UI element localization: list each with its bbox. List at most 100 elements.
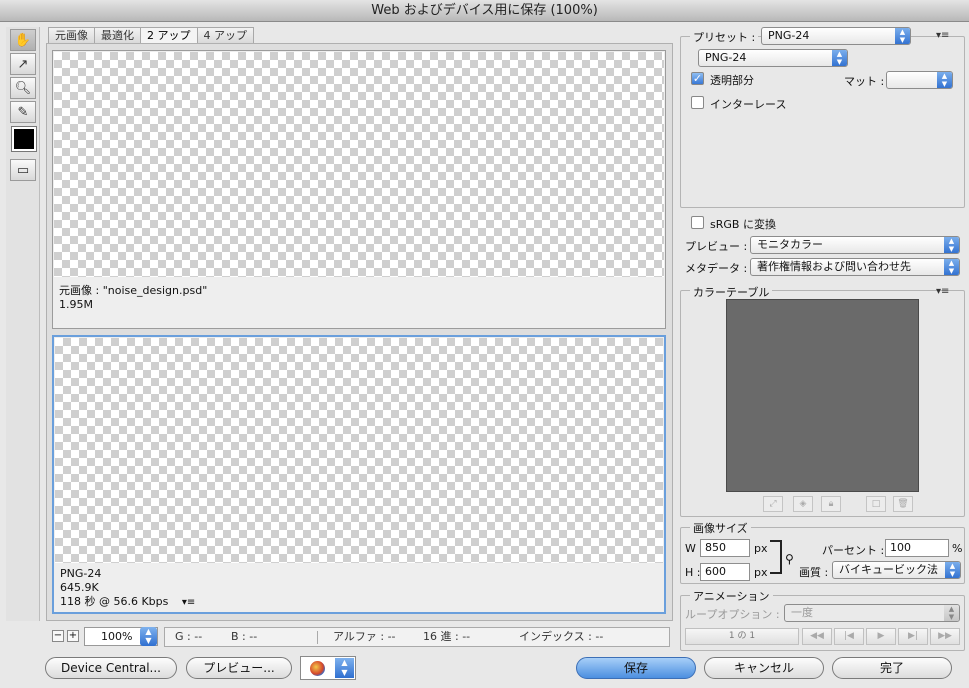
lock-color-icon[interactable]: 🔒︎ bbox=[821, 496, 841, 512]
height-label: H : bbox=[685, 566, 701, 579]
format-value: PNG-24 bbox=[705, 51, 747, 64]
info-alpha: アルファ : -- bbox=[333, 630, 396, 643]
srgb-label: sRGB に変換 bbox=[710, 218, 776, 231]
animation-title: アニメーション bbox=[690, 588, 773, 604]
chevron-updown-icon: ▲ ▼ bbox=[895, 28, 910, 44]
metadata-value: 著作権情報および問い合わせ先 bbox=[757, 260, 911, 273]
height-field[interactable]: 600 bbox=[700, 563, 750, 581]
hand-tool-icon[interactable]: ✋ bbox=[10, 29, 36, 51]
height-unit: px bbox=[754, 566, 768, 579]
optimized-image-canvas[interactable] bbox=[55, 338, 663, 563]
preview-button[interactable]: プレビュー... bbox=[186, 657, 292, 679]
info-index: インデックス : -- bbox=[519, 630, 604, 643]
delete-color-icon[interactable]: 🗑︎ bbox=[893, 496, 913, 512]
divider bbox=[317, 631, 318, 644]
preset-value: PNG-24 bbox=[768, 29, 810, 42]
map-transparency-icon[interactable]: ⤢ bbox=[763, 496, 783, 512]
slice-select-tool-icon[interactable]: ↗ bbox=[10, 53, 36, 75]
preset-menu-icon[interactable]: ▾≡ bbox=[936, 30, 949, 41]
preset-label: プリセット : bbox=[690, 29, 759, 45]
width-field[interactable]: 850 bbox=[700, 539, 750, 557]
original-file-name: 元画像 : "noise_design.psd" bbox=[59, 284, 208, 297]
color-table-title: カラーテーブル bbox=[690, 284, 773, 300]
first-frame-icon[interactable]: ◀◀ bbox=[802, 628, 832, 645]
chevron-updown-icon[interactable]: ▲ ▼ bbox=[335, 658, 354, 678]
zoom-level-field[interactable]: 100% ▲ ▼ bbox=[84, 627, 158, 646]
format-select[interactable]: PNG-24 ▲ ▼ bbox=[698, 49, 848, 67]
info-hex: 16 進 : -- bbox=[423, 630, 471, 643]
pane-menu-icon[interactable]: ▾≡ bbox=[182, 597, 195, 608]
frame-counter: 1 の 1 bbox=[685, 628, 799, 645]
interlace-checkbox[interactable] bbox=[691, 96, 704, 109]
percent-unit: % bbox=[952, 542, 963, 555]
srgb-checkbox[interactable] bbox=[691, 216, 704, 229]
next-frame-icon[interactable]: ▶| bbox=[898, 628, 928, 645]
percent-label: パーセント : bbox=[822, 544, 885, 557]
original-pane-info: 元画像 : "noise_design.psd" 1.95M bbox=[59, 284, 207, 312]
tab-2up[interactable]: 2 アップ bbox=[140, 27, 198, 44]
chevron-updown-icon: ▲ ▼ bbox=[945, 562, 960, 578]
tab-original[interactable]: 元画像 bbox=[48, 27, 95, 44]
color-info-bar: G : -- B : -- アルファ : -- 16 進 : -- インデックス… bbox=[164, 627, 670, 647]
preview-mode-select[interactable]: モニタカラー ▲ ▼ bbox=[750, 236, 960, 254]
transparency-label: 透明部分 bbox=[710, 74, 754, 87]
original-file-size: 1.95M bbox=[59, 298, 93, 311]
info-b: B : -- bbox=[231, 630, 258, 643]
chevron-updown-icon: ▲ ▼ bbox=[944, 237, 959, 253]
done-button[interactable]: 完了 bbox=[832, 657, 952, 679]
preview-mode-label: プレビュー : bbox=[685, 240, 748, 253]
chain-link-icon[interactable]: ⚲ bbox=[785, 552, 794, 566]
matte-select[interactable]: ▲ ▼ bbox=[886, 71, 953, 89]
device-central-button[interactable]: Device Central... bbox=[45, 657, 177, 679]
image-size-title: 画像サイズ bbox=[690, 520, 751, 536]
quality-value: バイキュービック法 bbox=[839, 563, 938, 576]
optimized-file-size: 645.9K bbox=[60, 581, 99, 594]
eyedropper-color-swatch[interactable] bbox=[11, 126, 37, 152]
quality-label: 画質 : bbox=[799, 566, 829, 579]
loop-options-label: ループオプション : bbox=[685, 608, 780, 621]
loop-options-value: 一度 bbox=[791, 606, 813, 619]
color-table-grid[interactable] bbox=[726, 299, 919, 492]
window-title: Web およびデバイス用に保存 (100%) bbox=[371, 3, 598, 18]
quality-select[interactable]: バイキュービック法 ▲ ▼ bbox=[832, 561, 961, 579]
preview-mode-value: モニタカラー bbox=[757, 238, 823, 251]
browser-preview-selector[interactable]: ▲ ▼ bbox=[300, 656, 356, 680]
new-color-icon[interactable]: □ bbox=[866, 496, 886, 512]
zoom-tool-icon[interactable]: 🔍︎ bbox=[10, 77, 36, 99]
interlace-label: インターレース bbox=[710, 98, 787, 111]
transparency-checkbox[interactable]: ✓ bbox=[691, 72, 704, 85]
tab-4up[interactable]: 4 アップ bbox=[196, 27, 254, 44]
zoom-out-button[interactable]: − bbox=[52, 630, 64, 642]
original-image-pane[interactable]: 元画像 : "noise_design.psd" 1.95M bbox=[52, 50, 666, 329]
tab-optimized[interactable]: 最適化 bbox=[94, 27, 141, 44]
download-time: 118 秒 @ 56.6 Kbps bbox=[60, 595, 169, 608]
width-unit: px bbox=[754, 542, 768, 555]
optimized-pane-info: PNG-24 645.9K 118 秒 @ 56.6 Kbps ▾≡ bbox=[60, 567, 195, 610]
link-bracket-icon bbox=[770, 540, 782, 574]
last-frame-icon[interactable]: ▶▶ bbox=[930, 628, 960, 645]
zoom-in-button[interactable]: + bbox=[67, 630, 79, 642]
metadata-select[interactable]: 著作権情報および問い合わせ先 ▲ ▼ bbox=[750, 258, 960, 276]
metadata-label: メタデータ : bbox=[685, 262, 748, 275]
color-table-menu-icon[interactable]: ▾≡ bbox=[936, 286, 949, 297]
toggle-slices-visibility-icon[interactable]: ▭ bbox=[10, 159, 36, 181]
play-icon[interactable]: ▶ bbox=[866, 628, 896, 645]
zoom-stepper-icon[interactable]: ▲ ▼ bbox=[140, 627, 157, 646]
web-snap-icon[interactable]: ◈ bbox=[793, 496, 813, 512]
browser-icon bbox=[310, 661, 325, 676]
eyedropper-tool-icon[interactable]: ✎ bbox=[10, 101, 36, 123]
previous-frame-icon[interactable]: |◀ bbox=[834, 628, 864, 645]
save-button[interactable]: 保存 bbox=[576, 657, 696, 679]
optimized-format: PNG-24 bbox=[60, 567, 102, 580]
cancel-button[interactable]: キャンセル bbox=[704, 657, 824, 679]
chevron-updown-icon: ▲ ▼ bbox=[944, 259, 959, 275]
loop-options-select[interactable]: 一度 ▲ ▼ bbox=[784, 604, 960, 622]
preset-select[interactable]: PNG-24 ▲ ▼ bbox=[761, 27, 911, 45]
percent-field[interactable]: 100 bbox=[885, 539, 949, 557]
original-image-canvas[interactable] bbox=[54, 52, 664, 277]
optimized-image-pane[interactable]: PNG-24 645.9K 118 秒 @ 56.6 Kbps ▾≡ bbox=[52, 335, 666, 614]
view-tabs: 元画像 最適化 2 アップ 4 アップ bbox=[48, 27, 254, 44]
chevron-updown-icon: ▲ ▼ bbox=[937, 72, 952, 88]
zoom-level-value: 100% bbox=[101, 630, 133, 643]
tool-palette: ✋ ↗ 🔍︎ ✎ ▭ bbox=[6, 27, 40, 621]
